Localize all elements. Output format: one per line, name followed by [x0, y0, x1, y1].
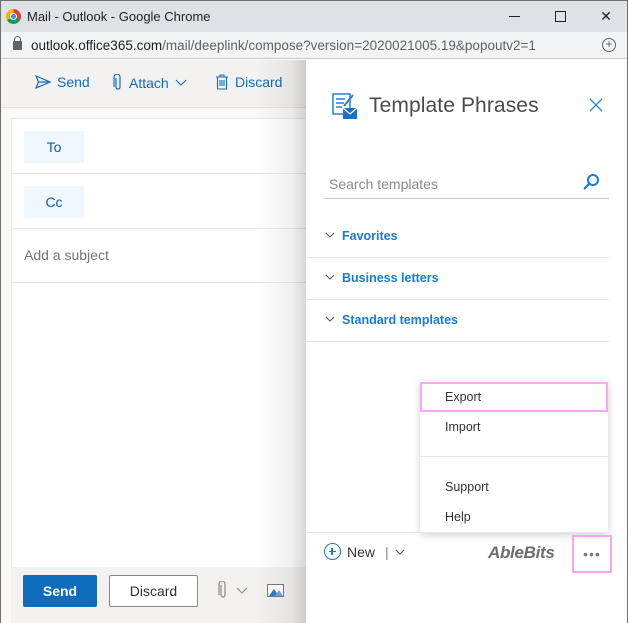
template-phrases-pane: Template Phrases Favorites Business lett… — [306, 60, 627, 623]
attach-icon[interactable] — [218, 581, 228, 599]
chevron-down-icon — [325, 274, 335, 280]
subject-input[interactable] — [24, 247, 294, 263]
more-options-menu: Export Import Support Help — [420, 381, 608, 533]
pane-close-button[interactable] — [589, 96, 603, 116]
toolbar-send-label: Send — [57, 74, 90, 90]
window-title: Mail - Outlook - Google Chrome — [27, 9, 211, 24]
plus-circle-icon — [324, 543, 341, 560]
compose-toolbar: Send Attach Discard — [1, 60, 306, 108]
close-icon — [589, 98, 603, 112]
compose-area: Send Attach Discard To Cc S — [1, 60, 306, 623]
toolbar-discard-button[interactable]: Discard — [215, 74, 282, 90]
send-button[interactable]: Send — [23, 575, 97, 607]
browser-window: Mail - Outlook - Google Chrome ✕ outlook… — [0, 0, 628, 623]
category-business-letters[interactable]: Business letters — [306, 258, 609, 300]
category-list: Favorites Business letters Standard temp… — [306, 216, 609, 342]
new-separator: | — [385, 543, 389, 560]
address-bar[interactable]: outlook.office365.com/mail/deeplink/comp… — [1, 32, 627, 59]
ablebits-logo: AbleBits — [488, 543, 555, 562]
minimize-icon — [508, 16, 520, 17]
maximize-icon — [554, 11, 566, 22]
category-label: Favorites — [342, 229, 398, 243]
template-phrases-logo-icon — [332, 93, 358, 119]
toolbar-attach-button[interactable]: Attach — [113, 74, 187, 91]
compose-footer: Send Discard — [11, 567, 306, 623]
menu-item-import[interactable]: Import — [420, 412, 608, 442]
category-standard-templates[interactable]: Standard templates — [306, 300, 609, 342]
category-label: Business letters — [342, 271, 439, 285]
maximize-button[interactable] — [537, 1, 583, 32]
chevron-down-icon[interactable] — [395, 548, 405, 556]
footer-divider — [306, 532, 609, 533]
category-favorites[interactable]: Favorites — [306, 216, 609, 258]
search-icon[interactable] — [582, 173, 600, 191]
new-template-button[interactable]: New | — [324, 543, 405, 560]
chevron-down-icon — [325, 316, 335, 322]
new-label: New — [347, 543, 376, 560]
url-host: outlook.office365.com — [31, 38, 163, 53]
attach-chevron-icon[interactable] — [236, 587, 248, 595]
url-path: /mail/deeplink/compose?version=202002100… — [162, 38, 536, 53]
cc-button[interactable]: Cc — [24, 186, 84, 218]
zoom-plus-icon[interactable]: + — [602, 38, 616, 52]
search-box — [324, 170, 609, 199]
ellipsis-icon: ••• — [583, 546, 601, 562]
toolbar-discard-label: Discard — [235, 74, 283, 90]
insert-picture-icon[interactable] — [267, 584, 284, 597]
menu-divider — [420, 456, 608, 457]
to-button[interactable]: To — [24, 131, 84, 163]
more-options-button[interactable]: ••• — [572, 535, 612, 573]
close-icon: ✕ — [600, 8, 612, 24]
paperclip-icon — [113, 74, 121, 90]
toolbar-attach-label: Attach — [129, 74, 169, 91]
menu-item-help[interactable]: Help — [420, 502, 608, 532]
menu-item-export[interactable]: Export — [420, 382, 608, 412]
pane-title: Template Phrases — [369, 94, 539, 117]
close-window-button[interactable]: ✕ — [583, 1, 628, 32]
category-label: Standard templates — [342, 313, 459, 327]
lock-icon — [13, 36, 22, 50]
cc-row: Cc — [12, 174, 306, 229]
search-input[interactable] — [329, 176, 574, 192]
toolbar-send-button[interactable]: Send — [35, 74, 90, 90]
trash-icon — [216, 74, 228, 90]
chevron-down-icon — [325, 232, 335, 238]
chrome-logo-icon — [6, 9, 21, 24]
subject-row — [12, 229, 306, 283]
title-bar: Mail - Outlook - Google Chrome ✕ — [1, 1, 627, 32]
menu-item-support[interactable]: Support — [420, 472, 608, 502]
url-text[interactable]: outlook.office365.com/mail/deeplink/comp… — [31, 38, 536, 53]
minimize-button[interactable] — [491, 1, 537, 32]
to-row: To — [12, 119, 306, 174]
discard-button[interactable]: Discard — [109, 575, 198, 607]
chevron-down-icon — [175, 79, 187, 86]
send-icon — [35, 75, 51, 89]
compose-body: To Cc — [11, 118, 306, 571]
